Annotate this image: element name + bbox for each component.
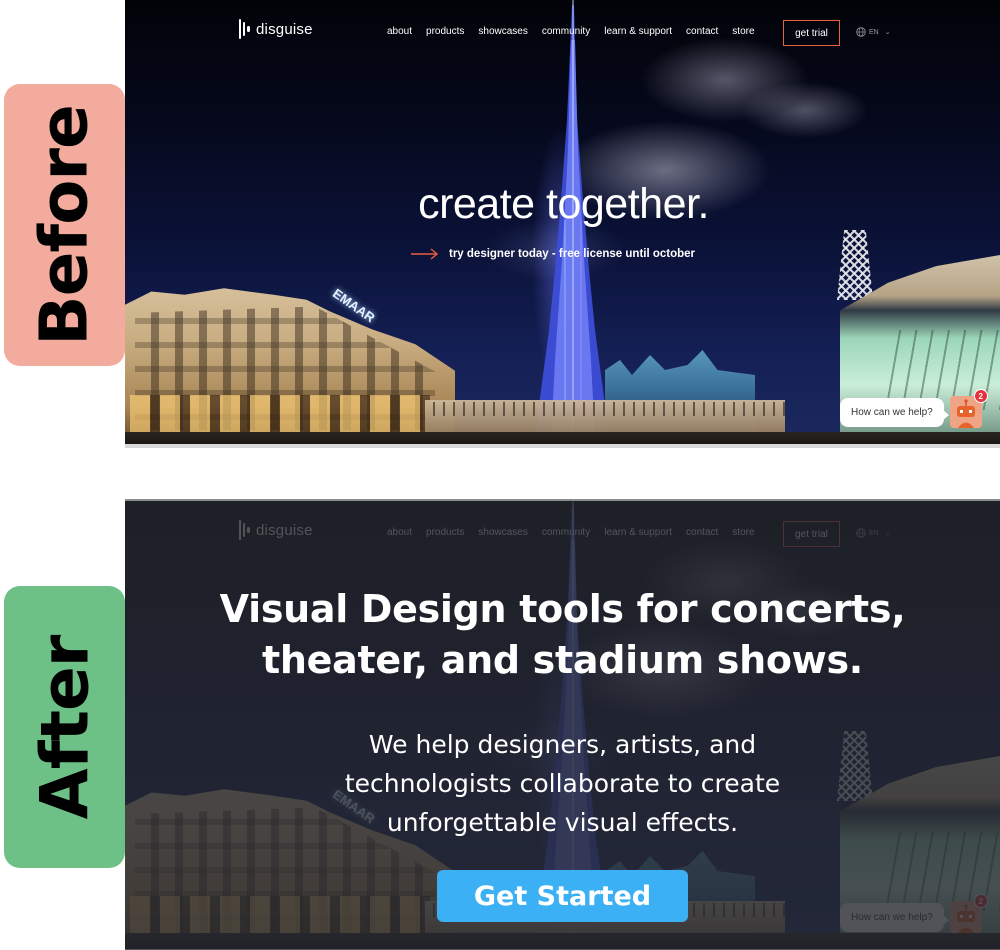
get-started-button[interactable]: Get Started	[437, 870, 688, 922]
after-subtext-line-1: We help designers, artists, and	[368, 730, 757, 759]
after-label-text: After	[26, 635, 103, 819]
before-screenshot: EMAAR disguise about products showcases …	[125, 0, 1000, 448]
nav-community[interactable]: community	[542, 26, 590, 37]
hero-title: create together.	[418, 180, 709, 228]
chat-bot-button[interactable]: 2	[949, 389, 988, 428]
disguise-logo-icon	[239, 19, 250, 39]
get-trial-button[interactable]: get trial	[783, 20, 840, 46]
bridge-railing	[425, 402, 785, 416]
nav-about[interactable]: about	[387, 26, 412, 37]
hero-cta-text: try designer today - free license until …	[449, 248, 696, 260]
chevron-down-icon: ⌄	[884, 29, 891, 36]
nav-contact[interactable]: contact	[686, 26, 718, 37]
after-subtext-line-2: technologists collaborate to create	[344, 769, 781, 798]
language-selector[interactable]: EN ⌄	[856, 27, 891, 37]
notification-badge: 2	[973, 389, 988, 403]
language-code: EN	[869, 28, 879, 36]
hero-cta-link[interactable]: try designer today - free license until …	[411, 248, 695, 260]
chat-widget: How can we help? 2	[840, 389, 988, 428]
after-subtext: We help designers, artists, and technolo…	[125, 725, 1000, 842]
ground-strip	[125, 444, 1000, 448]
nav-learn-support[interactable]: learn & support	[604, 26, 672, 37]
globe-icon	[856, 27, 866, 37]
nav-showcases[interactable]: showcases	[478, 26, 527, 37]
after-headline-line-1: Visual Design tools for concerts,	[219, 587, 906, 631]
nav-store[interactable]: store	[732, 26, 754, 37]
after-headline: Visual Design tools for concerts, theate…	[125, 584, 1000, 686]
arrow-right-icon	[411, 248, 439, 260]
after-headline-line-2: theater, and stadium shows.	[262, 638, 863, 682]
after-screenshot: EMAAR disguise about products showcases …	[125, 499, 1000, 950]
logo-text: disguise	[256, 20, 313, 38]
nav-links: about products showcases community learn…	[387, 26, 769, 37]
before-label: Before	[4, 84, 125, 366]
after-label: After	[4, 586, 125, 868]
site-nav: disguise about products showcases commun…	[125, 0, 1000, 65]
before-label-text: Before	[26, 104, 103, 346]
nav-products[interactable]: products	[426, 26, 464, 37]
left-building-arches	[130, 395, 430, 435]
site-logo[interactable]: disguise	[239, 19, 313, 39]
after-subtext-line-3: unforgettable visual effects.	[386, 808, 739, 837]
chat-prompt-bubble[interactable]: How can we help?	[840, 397, 949, 427]
